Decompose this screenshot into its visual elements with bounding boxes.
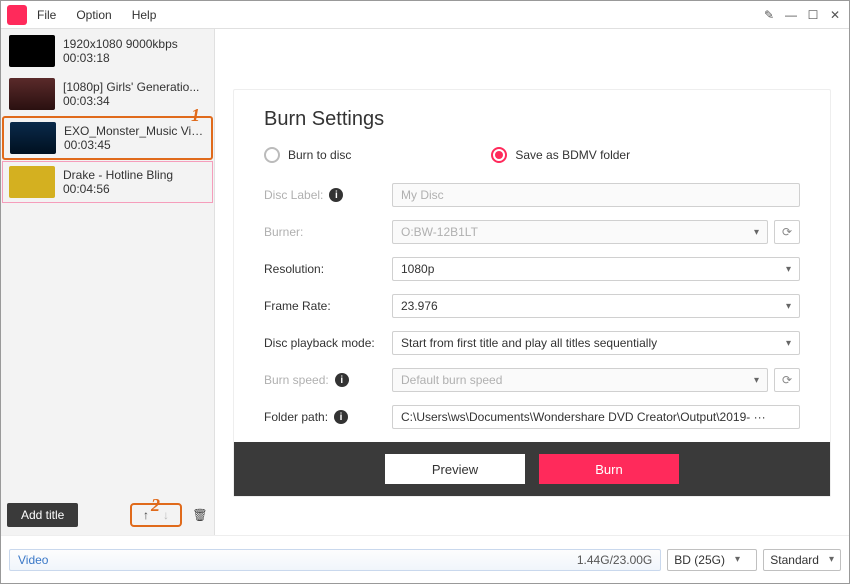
progress-label: Video <box>18 553 48 567</box>
row-burner: Burner: O:BW-12B1LT▾ ⟳ <box>264 220 800 244</box>
item-duration: 00:03:34 <box>63 94 199 108</box>
thumbnail-icon <box>9 166 55 198</box>
window-controls: ✎ — ☐ ✕ <box>761 7 843 23</box>
chevron-down-icon: ▾ <box>829 554 834 565</box>
panel-title: Burn Settings <box>264 108 800 131</box>
item-duration: 00:03:18 <box>63 51 178 65</box>
row-folder-path: Folder path: i C:\Users\ws\Documents\Wond… <box>264 405 800 429</box>
chevron-down-icon: ▾ <box>786 264 791 275</box>
list-item[interactable]: EXO_Monster_Music Video 00:03:45 <box>2 116 213 160</box>
list-item[interactable]: [1080p] Girls' Generatio... 00:03:34 <box>2 73 213 115</box>
radio-save-bdmv[interactable]: Save as BDMV folder <box>491 147 630 163</box>
add-title-button[interactable]: Add title <box>7 503 78 527</box>
reorder-controls: ↑ ↓ <box>130 503 182 527</box>
frame-rate-select[interactable]: 23.976▾ <box>392 294 800 318</box>
menu-option[interactable]: Option <box>76 8 111 22</box>
progress-size: 1.44G/23.00G <box>577 553 652 567</box>
disc-type-select[interactable]: BD (25G)▾ <box>667 549 757 571</box>
label: Burner: <box>264 225 303 239</box>
label: Folder path: <box>264 410 328 424</box>
radio-icon <box>264 147 280 163</box>
content-area: Burn Settings Burn to disc Save as BDMV … <box>215 29 849 535</box>
label: Frame Rate: <box>264 299 331 313</box>
resolution-select[interactable]: 1080p▾ <box>392 257 800 281</box>
status-bar: Video 1.44G/23.00G BD (25G)▾ Standard▾ <box>1 535 849 583</box>
feedback-icon[interactable]: ✎ <box>761 7 777 23</box>
radio-burn-to-disc[interactable]: Burn to disc <box>264 147 351 163</box>
list-item[interactable]: 1920x1080 9000kbps 00:03:18 <box>2 30 213 72</box>
move-down-icon[interactable]: ↓ <box>158 507 174 523</box>
thumbnail-icon <box>9 78 55 110</box>
burn-button[interactable]: Burn <box>539 454 679 484</box>
app-logo-icon <box>7 5 27 25</box>
chevron-down-icon: ▾ <box>754 375 759 386</box>
refresh-burner-icon: ⟳ <box>774 220 800 244</box>
quality-select[interactable]: Standard▾ <box>763 549 841 571</box>
sidebar-footer: Add title ↑ ↓ 🗑 <box>1 495 214 535</box>
item-duration: 00:04:56 <box>63 182 173 196</box>
chevron-down-icon: ▾ <box>786 301 791 312</box>
menu-help[interactable]: Help <box>132 8 157 22</box>
burner-select: O:BW-12B1LT▾ <box>392 220 768 244</box>
label: Disc Label: <box>264 188 323 202</box>
chevron-down-icon: ▾ <box>735 554 740 565</box>
sidebar: 1920x1080 9000kbps 00:03:18 [1080p] Girl… <box>1 29 215 535</box>
chevron-down-icon: ▾ <box>754 227 759 238</box>
radio-label: Burn to disc <box>288 148 351 162</box>
item-title: 1920x1080 9000kbps <box>63 37 178 51</box>
maximize-icon[interactable]: ☐ <box>805 7 821 23</box>
folder-path-input[interactable]: C:\Users\ws\Documents\Wondershare DVD Cr… <box>392 405 800 429</box>
item-title: EXO_Monster_Music Video <box>64 124 204 138</box>
burn-settings-panel: Burn Settings Burn to disc Save as BDMV … <box>233 89 831 497</box>
titlebar: File Option Help ✎ — ☐ ✕ <box>1 1 849 29</box>
disc-label-input: My Disc <box>392 183 800 207</box>
output-mode-radios: Burn to disc Save as BDMV folder <box>264 147 800 163</box>
menu-file[interactable]: File <box>37 8 56 22</box>
move-up-icon[interactable]: ↑ <box>138 507 154 523</box>
refresh-speed-icon: ⟳ <box>774 368 800 392</box>
label: Resolution: <box>264 262 324 276</box>
item-title: [1080p] Girls' Generatio... <box>63 80 199 94</box>
radio-icon <box>491 147 507 163</box>
playback-select[interactable]: Start from first title and play all titl… <box>392 331 800 355</box>
thumbnail-icon <box>9 35 55 67</box>
row-disc-label: Disc Label: i My Disc <box>264 183 800 207</box>
item-duration: 00:03:45 <box>64 138 204 152</box>
row-burn-speed: Burn speed: i Default burn speed▾ ⟳ <box>264 368 800 392</box>
burn-speed-select: Default burn speed▾ <box>392 368 768 392</box>
row-resolution: Resolution: 1080p▾ <box>264 257 800 281</box>
info-icon[interactable]: i <box>329 188 343 202</box>
list-item[interactable]: Drake - Hotline Bling 00:04:56 <box>2 161 213 203</box>
thumbnail-icon <box>10 122 56 154</box>
item-title: Drake - Hotline Bling <box>63 168 173 182</box>
chevron-down-icon: ▾ <box>786 338 791 349</box>
main-menu: File Option Help <box>37 8 156 22</box>
row-playback-mode: Disc playback mode: Start from first tit… <box>264 331 800 355</box>
action-bar: Preview Burn <box>234 442 830 496</box>
radio-label: Save as BDMV folder <box>515 148 630 162</box>
minimize-icon[interactable]: — <box>783 7 799 23</box>
info-icon[interactable]: i <box>334 410 348 424</box>
info-icon[interactable]: i <box>335 373 349 387</box>
delete-icon[interactable]: 🗑 <box>192 507 208 523</box>
label: Burn speed: <box>264 373 329 387</box>
label: Disc playback mode: <box>264 336 375 350</box>
preview-button[interactable]: Preview <box>385 454 525 484</box>
close-icon[interactable]: ✕ <box>827 7 843 23</box>
capacity-progress: Video 1.44G/23.00G <box>9 549 661 571</box>
row-frame-rate: Frame Rate: 23.976▾ <box>264 294 800 318</box>
title-list: 1920x1080 9000kbps 00:03:18 [1080p] Girl… <box>1 29 214 495</box>
